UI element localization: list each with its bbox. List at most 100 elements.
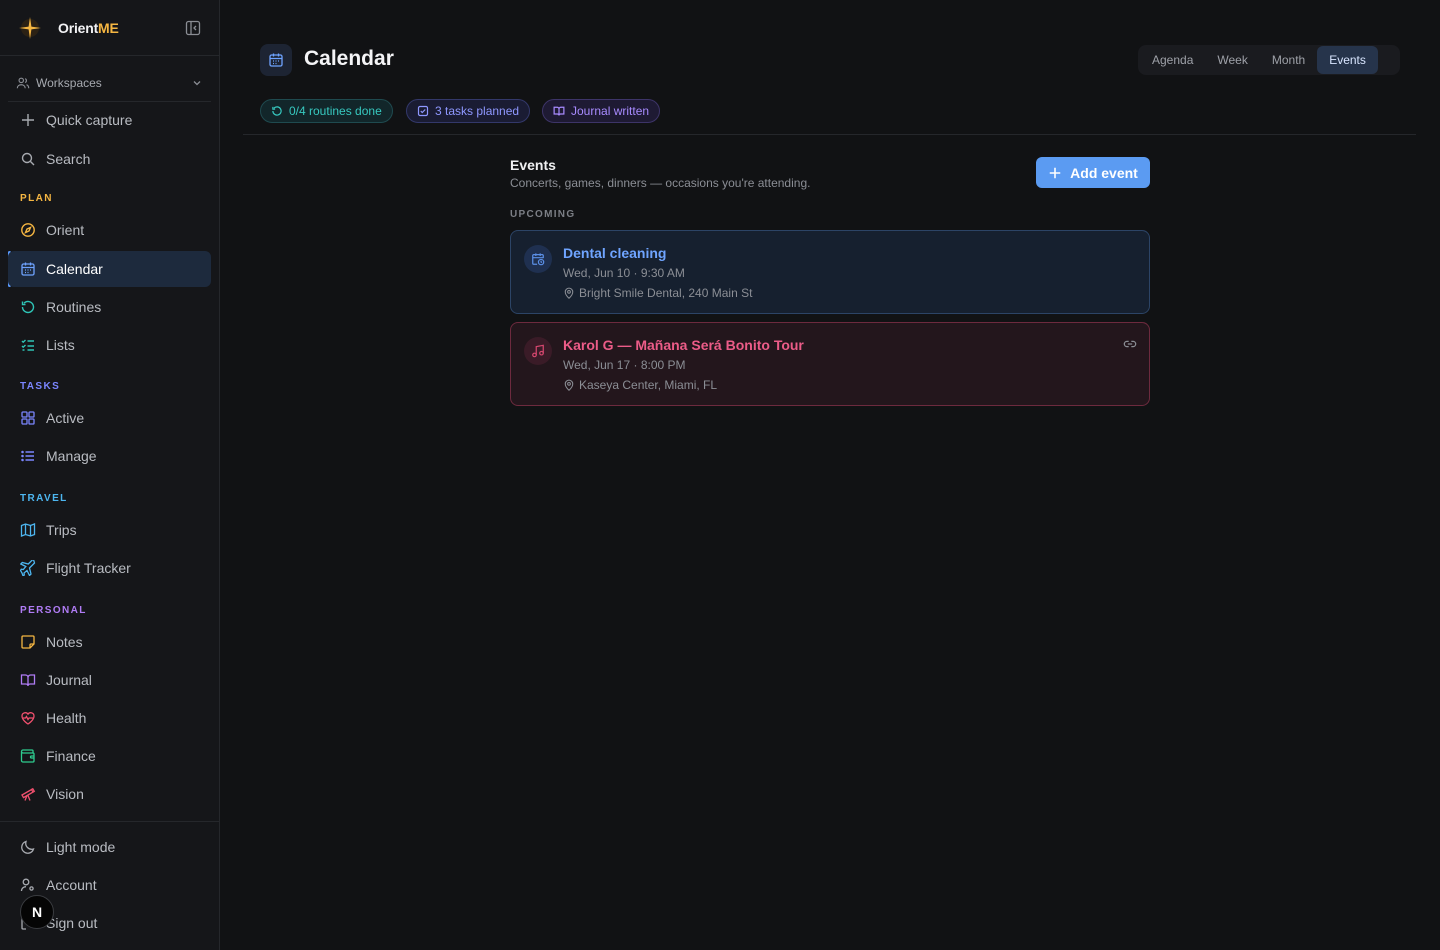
map-pin-icon — [564, 379, 574, 391]
compass-star-logo-icon — [19, 16, 41, 39]
section-plan: PLAN — [20, 193, 53, 204]
tab-month[interactable]: Month — [1260, 46, 1317, 74]
sidebar-item-notes[interactable]: Notes — [8, 624, 211, 660]
light-mode-label: Light mode — [46, 839, 116, 855]
plus-icon — [22, 114, 34, 126]
light-mode-toggle[interactable]: Light mode — [8, 829, 211, 865]
book-open-icon — [553, 106, 565, 116]
plane-icon — [20, 560, 36, 576]
sidebar-item-label: Flight Tracker — [46, 560, 131, 576]
calendar-clock-icon — [524, 245, 552, 273]
section-tasks: TASKS — [20, 381, 61, 392]
view-switcher: Agenda Week Month Events — [1138, 45, 1400, 75]
event-location-text: Bright Smile Dental, 240 Main St — [579, 286, 753, 300]
map-icon — [20, 523, 36, 537]
search-icon — [21, 152, 35, 166]
add-event-button[interactable]: Add event — [1036, 157, 1150, 188]
list-icon — [21, 450, 34, 462]
events-subtitle: Concerts, games, dinners — occasions you… — [510, 176, 811, 190]
sidebar-item-trips[interactable]: Trips — [8, 512, 211, 548]
plus-icon — [1049, 167, 1061, 178]
compass-icon — [21, 223, 35, 237]
event-title: Karol G — Mañana Será Bonito Tour — [563, 337, 804, 353]
tasks-status-label: 3 tasks planned — [435, 104, 520, 118]
heart-pulse-icon — [21, 712, 35, 725]
sidebar-item-label: Lists — [46, 337, 75, 353]
sidebar-item-health[interactable]: Health — [8, 700, 211, 736]
collapse-sidebar-icon[interactable] — [185, 20, 201, 36]
sidebar-item-label: Finance — [46, 748, 96, 764]
event-location: Bright Smile Dental, 240 Main St — [563, 286, 752, 300]
search-button[interactable]: Search — [8, 141, 211, 177]
tab-events[interactable]: Events — [1317, 46, 1378, 74]
sidebar-item-label: Manage — [46, 448, 97, 464]
workspaces-dropdown[interactable]: Workspaces — [8, 66, 211, 102]
calendar-icon — [21, 262, 35, 276]
sidebar-item-manage[interactable]: Manage — [8, 438, 211, 474]
quick-capture-button[interactable]: Quick capture — [8, 102, 211, 138]
page-title: Calendar — [304, 47, 394, 70]
workspaces-label: Workspaces — [36, 75, 102, 90]
add-event-label: Add event — [1070, 164, 1138, 181]
event-location: Kaseya Center, Miami, FL — [563, 378, 717, 392]
tab-agenda[interactable]: Agenda — [1140, 46, 1205, 74]
event-time: Wed, Jun 10 · 9:30 AM — [563, 266, 685, 280]
tab-week[interactable]: Week — [1205, 46, 1259, 74]
sidebar-item-label: Calendar — [46, 261, 103, 277]
book-open-icon — [20, 674, 36, 687]
sidebar-item-finance[interactable]: Finance — [8, 738, 211, 774]
sidebar-item-calendar[interactable]: Calendar — [8, 251, 211, 287]
telescope-icon — [21, 787, 36, 801]
section-travel: TRAVEL — [20, 493, 68, 504]
sidebar-item-label: Orient — [46, 222, 85, 238]
event-title: Dental cleaning — [563, 245, 667, 261]
users-icon — [16, 77, 30, 88]
chevron-down-icon — [193, 80, 201, 85]
event-location-text: Kaseya Center, Miami, FL — [579, 378, 718, 392]
search-label: Search — [46, 151, 91, 167]
events-title: Events — [510, 157, 556, 173]
section-personal: PERSONAL — [20, 605, 87, 616]
sidebar: OrientME Workspaces Quick capture Search… — [0, 0, 220, 950]
sign-out-label: Sign out — [46, 915, 98, 931]
sidebar-item-lists[interactable]: Lists — [8, 327, 211, 363]
sidebar-item-label: Notes — [46, 634, 83, 650]
link-icon[interactable] — [1123, 337, 1137, 351]
calendar-header-icon — [260, 44, 292, 76]
tasks-status-chip[interactable]: 3 tasks planned — [406, 99, 531, 123]
note-icon — [21, 635, 35, 649]
sidebar-item-flight-tracker[interactable]: Flight Tracker — [8, 550, 211, 586]
sidebar-item-active[interactable]: Active — [8, 400, 211, 436]
checklist-icon — [21, 339, 34, 351]
journal-status-label: Journal written — [571, 104, 650, 118]
sidebar-item-label: Trips — [46, 522, 77, 538]
event-card[interactable]: Karol G — Mañana Será Bonito Tour Wed, J… — [510, 322, 1150, 406]
routines-status-label: 0/4 routines done — [289, 104, 382, 118]
moon-icon — [21, 840, 35, 854]
sidebar-item-label: Health — [46, 710, 87, 726]
sidebar-item-label: Routines — [46, 299, 102, 315]
map-pin-icon — [564, 287, 574, 299]
sidebar-item-vision[interactable]: Vision — [8, 776, 211, 812]
user-cog-icon — [20, 878, 34, 892]
sidebar-item-label: Active — [46, 410, 85, 426]
wallet-icon — [20, 749, 35, 763]
refresh-icon — [21, 300, 35, 314]
check-square-icon — [417, 105, 429, 117]
sidebar-item-orient[interactable]: Orient — [8, 212, 211, 248]
sidebar-item-routines[interactable]: Routines — [8, 289, 211, 325]
music-note-icon — [524, 337, 552, 365]
account-label: Account — [46, 877, 97, 893]
sidebar-item-label: Vision — [46, 786, 84, 802]
app-name: OrientME — [58, 19, 119, 36]
event-card[interactable]: Dental cleaning Wed, Jun 10 · 9:30 AM Br… — [510, 230, 1150, 314]
quick-capture-label: Quick capture — [46, 112, 133, 128]
routines-status-chip[interactable]: 0/4 routines done — [260, 99, 393, 123]
journal-status-chip[interactable]: Journal written — [542, 99, 661, 123]
sidebar-divider — [0, 821, 219, 822]
refresh-icon — [272, 106, 282, 116]
brand-header: OrientME — [0, 0, 219, 56]
header-divider — [243, 134, 1416, 135]
sidebar-item-journal[interactable]: Journal — [8, 662, 211, 698]
avatar[interactable]: N — [20, 895, 54, 929]
